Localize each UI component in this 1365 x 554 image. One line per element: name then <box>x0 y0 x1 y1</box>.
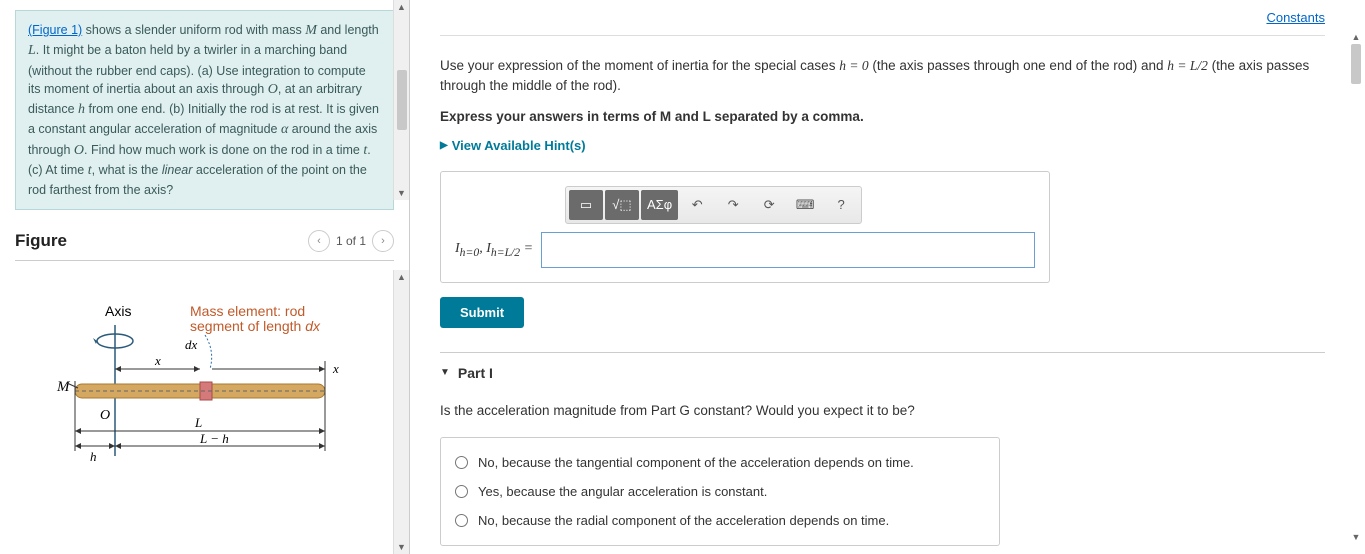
help-button[interactable]: ? <box>824 190 858 220</box>
constants-link[interactable]: Constants <box>440 10 1325 35</box>
dx-label: dx <box>185 337 198 352</box>
segment-label: segment of length dx <box>190 318 321 334</box>
axis-label: Axis <box>105 303 131 319</box>
scroll-up-icon[interactable]: ▲ <box>395 0 409 14</box>
answer-input[interactable] <box>541 232 1035 268</box>
redo-button[interactable]: ↷ <box>716 190 750 220</box>
mass-element-label: Mass element: rod <box>190 303 305 319</box>
sqrt-button[interactable]: √⬚ <box>605 190 639 220</box>
Lmh-label: L − h <box>199 431 229 446</box>
radio-option-1[interactable] <box>455 456 468 469</box>
template-button[interactable]: ▭ <box>569 190 603 220</box>
answer-panel: ▭ √⬚ ΑΣφ ↶ ↷ ⟳ ⌨ ? Ih=0, Ih=L/2 = <box>440 171 1050 283</box>
keyboard-button[interactable]: ⌨ <box>788 190 822 220</box>
figure-scrollbar[interactable]: ▲ ▼ <box>393 270 409 554</box>
reset-button[interactable]: ⟳ <box>752 190 786 220</box>
undo-button[interactable]: ↶ <box>680 190 714 220</box>
view-hints-toggle[interactable]: ▶ View Available Hint(s) <box>440 138 1325 153</box>
scroll-down-icon[interactable]: ▼ <box>395 186 409 200</box>
scroll-up-icon[interactable]: ▲ <box>395 270 409 284</box>
triangle-down-icon: ▼ <box>440 367 450 378</box>
h-label: h <box>90 449 97 464</box>
submit-button[interactable]: Submit <box>440 297 524 328</box>
radio-option-3[interactable] <box>455 514 468 527</box>
figure-title: Figure <box>15 231 67 251</box>
x-left-label: x <box>154 353 161 368</box>
answer-label: Ih=0, Ih=L/2 = <box>455 241 533 259</box>
part-i-header[interactable]: ▼ Part I <box>440 352 1325 381</box>
mc-option-2[interactable]: Yes, because the angular acceleration is… <box>455 477 985 506</box>
scroll-thumb[interactable] <box>1351 44 1361 84</box>
equation-toolbar: ▭ √⬚ ΑΣφ ↶ ↷ ⟳ ⌨ ? <box>565 186 862 224</box>
O-label: O <box>100 408 110 423</box>
multiple-choice-panel: No, because the tangential component of … <box>440 437 1000 546</box>
pager-text: 1 of 1 <box>336 234 366 248</box>
x-right-label: x <box>332 361 339 376</box>
figure-link[interactable]: (Figure 1) <box>28 23 82 37</box>
question-instruction: Express your answers in terms of M and L… <box>440 109 1325 124</box>
greek-button[interactable]: ΑΣφ <box>641 190 678 220</box>
scroll-thumb[interactable] <box>397 70 407 130</box>
right-scrollbar[interactable]: ▲ ▼ <box>1349 30 1363 544</box>
question-text: Use your expression of the moment of ine… <box>440 56 1325 97</box>
mc-option-3[interactable]: No, because the radial component of the … <box>455 506 985 535</box>
problem-scrollbar[interactable]: ▲ ▼ <box>393 0 409 200</box>
radio-option-2[interactable] <box>455 485 468 498</box>
mc-option-1[interactable]: No, because the tangential component of … <box>455 448 985 477</box>
part-i-question: Is the acceleration magnitude from Part … <box>440 401 1325 421</box>
figure-diagram: Axis Mass element: rod segment of length… <box>15 291 394 491</box>
pager-next-button[interactable]: › <box>372 230 394 252</box>
L-label: L <box>194 415 202 430</box>
M-label: M <box>56 379 71 395</box>
scroll-down-icon[interactable]: ▼ <box>1349 530 1363 544</box>
triangle-right-icon: ▶ <box>440 140 448 151</box>
problem-statement: (Figure 1) shows a slender uniform rod w… <box>15 10 394 210</box>
pager-prev-button[interactable]: ‹ <box>308 230 330 252</box>
figure-pager: ‹ 1 of 1 › <box>308 230 394 252</box>
scroll-down-icon[interactable]: ▼ <box>395 540 409 554</box>
problem-body: shows a slender uniform rod with mass M … <box>28 23 379 197</box>
scroll-up-icon[interactable]: ▲ <box>1349 30 1363 44</box>
